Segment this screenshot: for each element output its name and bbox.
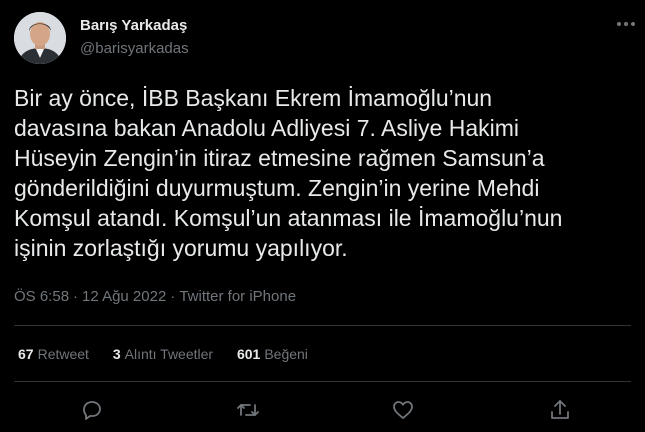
tweet-time[interactable]: ÖS 6:58 [14, 288, 69, 305]
more-horizontal-icon[interactable] [614, 12, 638, 36]
share-icon[interactable] [548, 398, 572, 422]
divider [14, 381, 631, 382]
tweet-text: Bir ay önce, İBB Başkanı Ekrem İmamoğlu’… [14, 83, 639, 263]
heart-icon[interactable] [391, 398, 415, 422]
retweet-count-label: Retweet [37, 346, 89, 362]
tweet-date[interactable]: 12 Ağu 2022 [82, 288, 166, 305]
tweet-source[interactable]: Twitter for iPhone [179, 288, 296, 305]
user-name[interactable]: Barış Yarkadaş [80, 17, 187, 34]
quote-count[interactable]: 3 Alıntı Tweetler [113, 346, 213, 362]
like-count[interactable]: 601 Beğeni [237, 346, 308, 362]
tweet-text-line: Hüseyin Zengin’in itiraz etmesine rağmen… [14, 145, 545, 171]
tweet-text-line: Bir ay önce, İBB Başkanı Ekrem İmamoğlu’… [14, 85, 493, 111]
meta-separator: · [73, 288, 79, 305]
reply-icon[interactable] [80, 398, 104, 422]
quote-count-value: 3 [112, 346, 121, 362]
tweet-meta: ÖS 6:58 · 12 Ağu 2022 · Twitter for iPhone [14, 288, 296, 305]
retweet-count[interactable]: 67 Retweet [18, 346, 89, 362]
tweet-text-line: gönderildiğini duyurmuştum. Zengin’in ye… [14, 175, 540, 201]
quote-count-label: Alıntı Tweetler [124, 346, 214, 362]
meta-separator: · [170, 288, 176, 305]
divider [14, 325, 631, 326]
user-handle[interactable]: @barisyarkadas [80, 40, 189, 57]
tweet-text-line: davasına bakan Anadolu Adliyesi 7. Asliy… [14, 115, 520, 141]
retweet-icon[interactable] [236, 398, 260, 422]
like-count-label: Beğeni [264, 346, 308, 362]
tweet-card: Barış Yarkadaş @barisyarkadas Bir ay önc… [0, 0, 645, 432]
retweet-count-value: 67 [18, 346, 34, 362]
tweet-text-line: işinin zorlaştığı yorumu yapılıyor. [14, 235, 348, 261]
tweet-text-line: Komşul atandı. Komşul’un atanması ile İm… [14, 205, 563, 231]
like-count-value: 601 [236, 346, 261, 362]
avatar[interactable] [14, 12, 66, 64]
tweet-stats: 67 Retweet 3 Alıntı Tweetler 601 Beğeni [18, 346, 328, 362]
